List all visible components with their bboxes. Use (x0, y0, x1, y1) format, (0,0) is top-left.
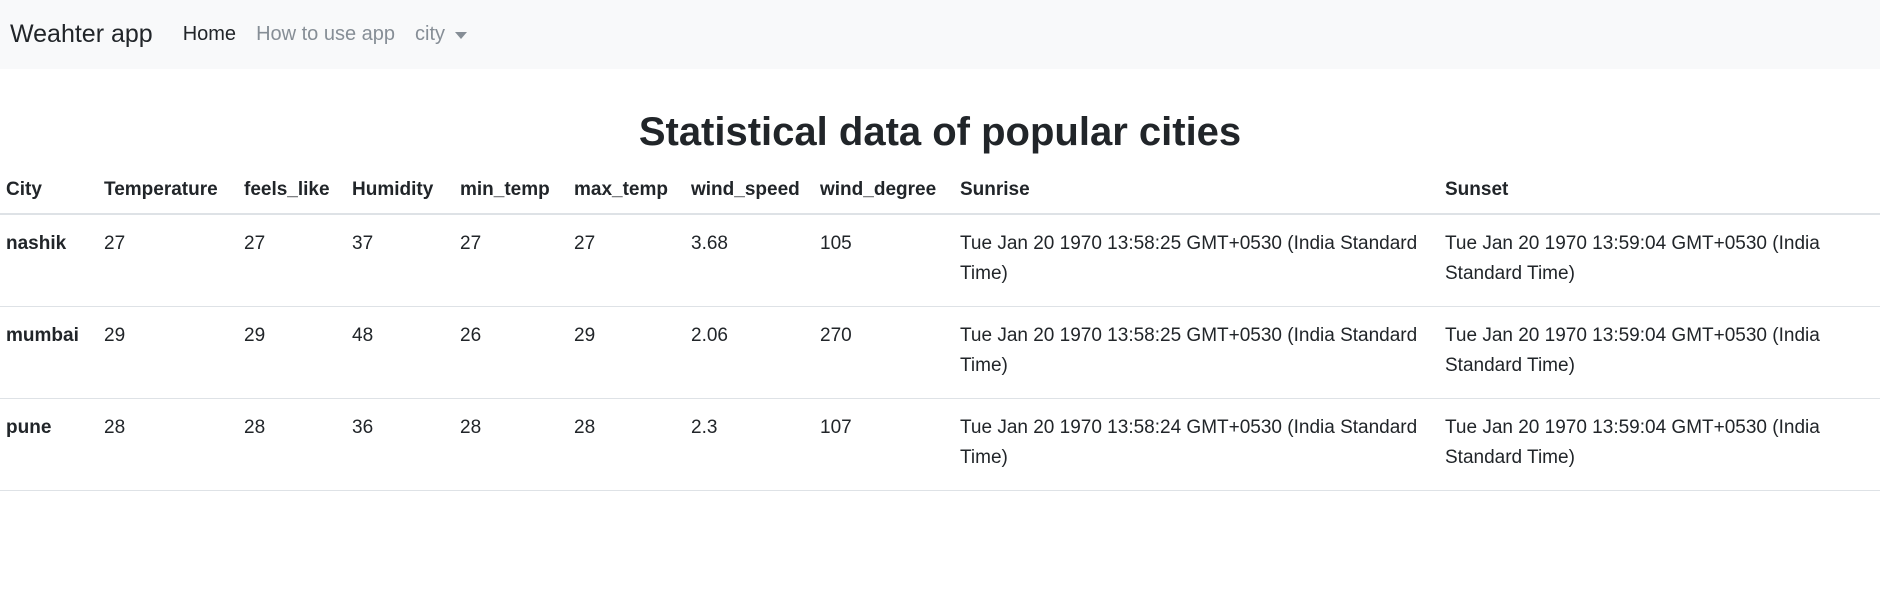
cell-max-temp: 28 (568, 398, 685, 491)
header-humidity: Humidity (346, 169, 454, 215)
cell-temperature: 29 (98, 306, 238, 399)
header-max-temp: max_temp (568, 169, 685, 215)
navbar: Weahter app Home How to use app city (0, 0, 1880, 69)
cell-min-temp: 28 (454, 398, 568, 491)
cell-wind-speed: 2.06 (685, 306, 814, 399)
cell-sunset: Tue Jan 20 1970 13:59:04 GMT+0530 (India… (1439, 214, 1880, 307)
cities-table: City Temperature feels_like Humidity min… (0, 169, 1880, 491)
header-wind-degree: wind_degree (814, 169, 954, 215)
cell-sunrise: Tue Jan 20 1970 13:58:25 GMT+0530 (India… (954, 214, 1439, 307)
cell-min-temp: 26 (454, 306, 568, 399)
header-wind-speed: wind_speed (685, 169, 814, 215)
nav-home[interactable]: Home (183, 23, 236, 46)
brand-link[interactable]: Weahter app (10, 20, 153, 49)
cell-feels-like: 28 (238, 398, 346, 491)
header-feels-like: feels_like (238, 169, 346, 215)
cell-wind-degree: 270 (814, 306, 954, 399)
cell-sunrise: Tue Jan 20 1970 13:58:25 GMT+0530 (India… (954, 306, 1439, 399)
cell-humidity: 48 (346, 306, 454, 399)
table-row: mumbai 29 29 48 26 29 2.06 270 Tue Jan 2… (0, 306, 1880, 399)
cell-wind-speed: 3.68 (685, 214, 814, 307)
cell-min-temp: 27 (454, 214, 568, 307)
cell-humidity: 37 (346, 214, 454, 307)
page-title: Statistical data of popular cities (638, 110, 1242, 154)
cell-city: nashik (0, 214, 98, 307)
table-row: nashik 27 27 37 27 27 3.68 105 Tue Jan 2… (0, 214, 1880, 307)
nav-city-label: city (415, 23, 446, 45)
header-min-temp: min_temp (454, 169, 568, 215)
cell-sunset: Tue Jan 20 1970 13:59:04 GMT+0530 (India… (1439, 306, 1880, 399)
cell-feels-like: 27 (238, 214, 346, 307)
cell-humidity: 36 (346, 398, 454, 491)
header-temperature: Temperature (98, 169, 238, 215)
cell-temperature: 28 (98, 398, 238, 491)
header-sunset: Sunset (1439, 169, 1880, 215)
cell-city: pune (0, 398, 98, 491)
cell-feels-like: 29 (238, 306, 346, 399)
nav-city-dropdown[interactable]: city (415, 23, 468, 46)
table-row: pune 28 28 36 28 28 2.3 107 Tue Jan 20 1… (0, 398, 1880, 491)
cell-temperature: 27 (98, 214, 238, 307)
cell-wind-speed: 2.3 (685, 398, 814, 491)
header-sunrise: Sunrise (954, 169, 1439, 215)
table-header-row: City Temperature feels_like Humidity min… (0, 169, 1880, 215)
cell-city: mumbai (0, 306, 98, 399)
caret-down-icon (455, 32, 468, 39)
cell-wind-degree: 107 (814, 398, 954, 491)
cell-sunrise: Tue Jan 20 1970 13:58:24 GMT+0530 (India… (954, 398, 1439, 491)
cell-max-temp: 27 (568, 214, 685, 307)
cell-wind-degree: 105 (814, 214, 954, 307)
cell-sunset: Tue Jan 20 1970 13:59:04 GMT+0530 (India… (1439, 398, 1880, 491)
nav-how-to-use[interactable]: How to use app (256, 23, 395, 46)
header-city: City (0, 169, 98, 215)
cell-max-temp: 29 (568, 306, 685, 399)
